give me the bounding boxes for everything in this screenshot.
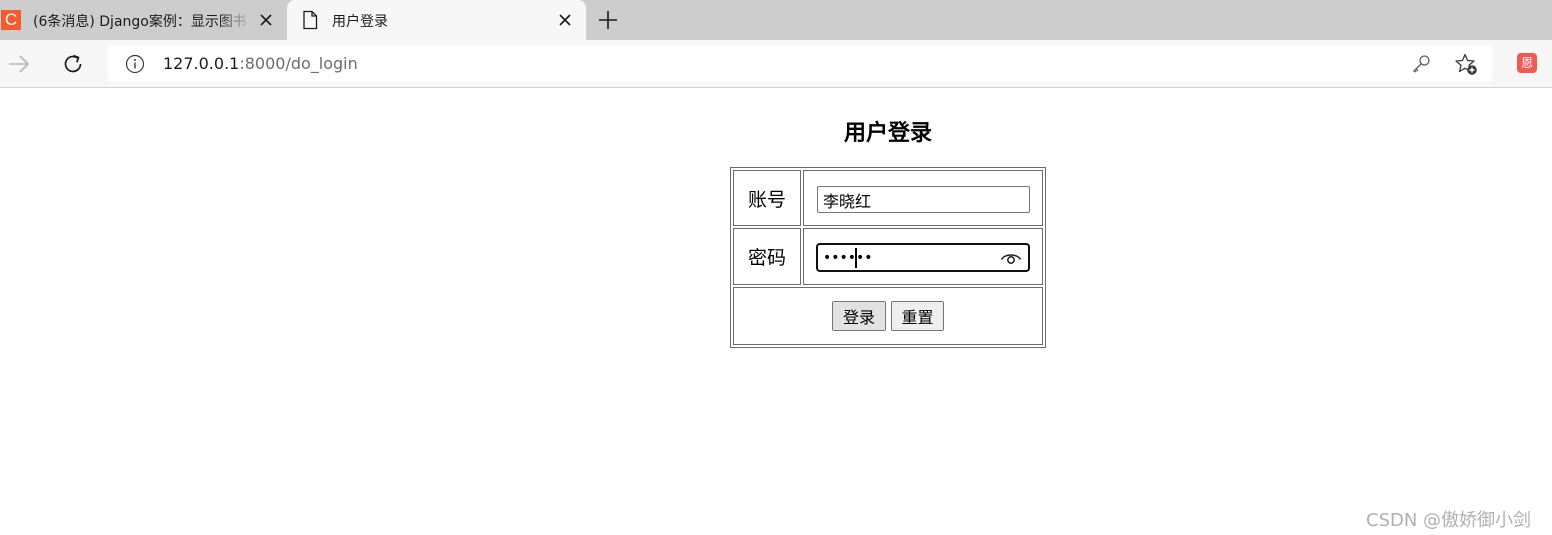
- extension-icon[interactable]: 恩: [1517, 53, 1537, 73]
- password-input-cell: ••••••: [803, 228, 1043, 285]
- page-title: 用户登录: [843, 121, 932, 146]
- close-icon[interactable]: [258, 12, 274, 28]
- account-input[interactable]: [817, 186, 1030, 213]
- refresh-icon[interactable]: [61, 52, 85, 76]
- url-host: 127.0.0.1: [163, 54, 240, 73]
- tab-django-case[interactable]: C (6条消息) Django案例：显示图书: [0, 0, 286, 40]
- login-button[interactable]: 登录: [832, 301, 886, 331]
- reveal-password-eye-icon[interactable]: [1000, 250, 1022, 266]
- password-masked-value: ••••••: [823, 250, 873, 266]
- password-label: 密码: [747, 247, 786, 269]
- reset-button[interactable]: 重置: [891, 301, 944, 331]
- csdn-favicon-icon: C: [1, 10, 21, 30]
- address-bar[interactable]: 127.0.0.1:8000/do_login: [108, 45, 1492, 82]
- password-input[interactable]: ••••••: [816, 243, 1030, 272]
- browser-toolbar: 127.0.0.1:8000/do_login 恩: [0, 40, 1552, 88]
- close-icon[interactable]: [557, 12, 573, 28]
- url-text[interactable]: 127.0.0.1:8000/do_login: [163, 54, 358, 73]
- account-label-cell: 账号: [733, 170, 801, 226]
- buttons-cell: 登录 重置: [733, 287, 1043, 345]
- page-content: 用户登录 账号 密码 •••••• 登录 重置: [0, 89, 1552, 535]
- password-label-cell: 密码: [733, 228, 801, 285]
- new-tab-icon[interactable]: [597, 9, 619, 31]
- info-icon[interactable]: [125, 54, 145, 74]
- tab-strip: C (6条消息) Django案例：显示图书 用户登录: [0, 0, 1552, 40]
- account-input-cell: [803, 170, 1043, 226]
- url-path: :8000/do_login: [239, 54, 358, 73]
- csdn-watermark: CSDN @傲娇御小剑: [1366, 510, 1532, 531]
- text-caret: [855, 248, 857, 268]
- login-form-table: 账号 密码 •••••• 登录 重置: [730, 167, 1046, 348]
- tab-title: 用户登录: [332, 14, 388, 30]
- page-icon: [303, 10, 318, 30]
- account-label: 账号: [747, 188, 786, 211]
- tab-user-login[interactable]: 用户登录: [287, 0, 586, 40]
- forward-icon[interactable]: [6, 52, 32, 76]
- tab-title: (6条消息) Django案例：显示图书: [33, 14, 247, 30]
- key-icon[interactable]: [1410, 53, 1432, 75]
- favorites-add-icon[interactable]: [1454, 52, 1478, 76]
